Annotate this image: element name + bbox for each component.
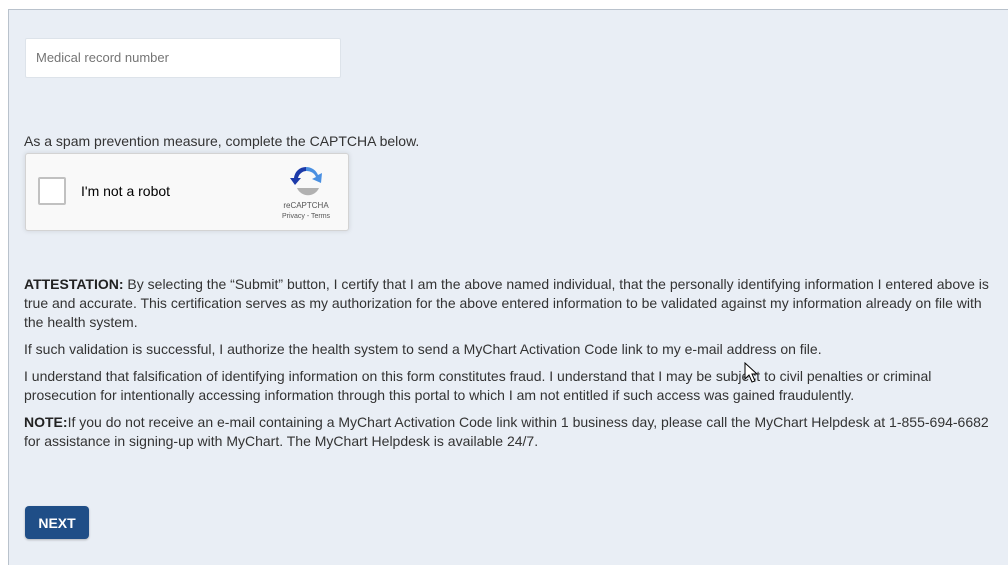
recaptcha-privacy-link[interactable]: Privacy	[282, 213, 305, 220]
medical-record-number-input[interactable]	[25, 38, 341, 78]
note-paragraph: NOTE:If you do not receive an e-mail con…	[24, 413, 994, 451]
attestation-heading: ATTESTATION:	[24, 276, 124, 292]
attestation-body: By selecting the “Submit” button, I cert…	[24, 276, 989, 330]
next-button[interactable]: NEXT	[25, 506, 89, 539]
attestation-text: ATTESTATION: By selecting the “Submit” b…	[24, 275, 994, 459]
recaptcha-logo-icon	[290, 166, 322, 196]
recaptcha-terms-link[interactable]: Terms	[311, 213, 330, 220]
recaptcha-brand: reCAPTCHA	[283, 201, 329, 210]
note-heading: NOTE:	[24, 414, 68, 430]
note-body: If you do not receive an e-mail containi…	[24, 414, 989, 449]
recaptcha-label: I'm not a robot	[81, 183, 171, 199]
attestation-paragraph: ATTESTATION: By selecting the “Submit” b…	[24, 275, 994, 332]
signup-form-panel: As a spam prevention measure, complete t…	[8, 9, 1008, 565]
captcha-instructions: As a spam prevention measure, complete t…	[24, 133, 420, 149]
mouse-cursor-icon	[744, 362, 758, 383]
recaptcha-widget: I'm not a robot reCAPTCHA Privacy - Term…	[25, 153, 349, 231]
recaptcha-links: Privacy - Terms	[270, 213, 342, 220]
recaptcha-checkbox[interactable]	[38, 177, 66, 205]
fraud-warning-paragraph: I understand that falsification of ident…	[24, 368, 932, 403]
validation-paragraph: If such validation is successful, I auth…	[24, 341, 822, 357]
